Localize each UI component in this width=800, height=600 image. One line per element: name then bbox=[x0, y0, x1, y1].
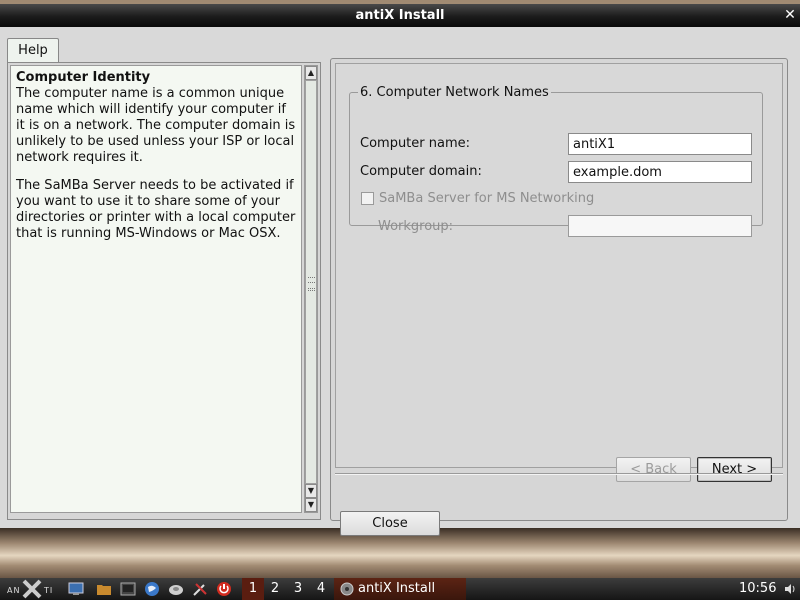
scrollbar-thumb[interactable] bbox=[305, 80, 317, 484]
samba-checkbox[interactable] bbox=[361, 192, 374, 205]
scrollbar-grip-icon bbox=[308, 277, 315, 291]
terminal-icon[interactable] bbox=[120, 581, 136, 597]
close-button[interactable]: Close bbox=[340, 511, 440, 536]
content-panel: 6. Computer Network Names Computer name:… bbox=[330, 58, 788, 536]
computer-domain-label: Computer domain: bbox=[360, 164, 482, 179]
svg-text:AN: AN bbox=[7, 586, 20, 595]
task-antix-install[interactable]: antiX Install bbox=[334, 578, 466, 600]
help-title: Computer Identity bbox=[16, 70, 151, 85]
scroll-up-arrow-icon[interactable]: ▲ bbox=[305, 66, 317, 80]
close-window-icon[interactable]: ✕ bbox=[782, 4, 798, 27]
scroll-down-arrow-icon[interactable]: ▼ bbox=[305, 484, 317, 498]
group-title: 6. Computer Network Names bbox=[360, 85, 549, 100]
power-icon[interactable] bbox=[216, 581, 232, 597]
help-text-area[interactable]: Computer Identity The computer name is a… bbox=[10, 65, 302, 513]
clock[interactable]: 10:56 bbox=[739, 578, 776, 600]
window-titlebar[interactable]: antiX Install ✕ bbox=[0, 4, 800, 27]
workspace-1[interactable]: 1 bbox=[242, 578, 264, 600]
computer-name-input[interactable] bbox=[568, 133, 752, 155]
back-button[interactable]: < Back bbox=[616, 457, 691, 482]
network-page: 6. Computer Network Names Computer name:… bbox=[335, 63, 783, 482]
disk-icon[interactable] bbox=[168, 581, 184, 597]
installer-task-icon bbox=[340, 582, 354, 596]
task-label: antiX Install bbox=[358, 581, 436, 596]
svg-text:TI: TI bbox=[43, 586, 53, 595]
computer-domain-input[interactable] bbox=[568, 161, 752, 183]
tab-help[interactable]: Help bbox=[7, 38, 59, 63]
workgroup-input[interactable] bbox=[568, 215, 752, 237]
computer-name-label: Computer name: bbox=[360, 136, 471, 151]
folder-icon[interactable] bbox=[96, 581, 112, 597]
samba-label: SaMBa Server for MS Networking bbox=[379, 191, 595, 206]
installer-window: antiX Install ✕ Help Computer Identity T… bbox=[0, 4, 800, 536]
help-panel: Computer Identity The computer name is a… bbox=[7, 62, 321, 520]
taskbar: AN TI 1 2 3 4 antiX Install 10:56 bbox=[0, 578, 800, 600]
window-title: antiX Install bbox=[355, 8, 445, 23]
workspace-2[interactable]: 2 bbox=[264, 578, 286, 600]
browser-icon[interactable] bbox=[144, 581, 160, 597]
help-scrollbar[interactable]: ▲ ▼ ▼ bbox=[304, 65, 318, 513]
help-paragraph-1: The computer name is a common unique nam… bbox=[16, 86, 296, 165]
window-client-area: Help Computer Identity The computer name… bbox=[0, 27, 800, 536]
workgroup-label: Workgroup: bbox=[378, 219, 454, 234]
tools-icon[interactable] bbox=[192, 581, 208, 597]
desktop-icon[interactable] bbox=[68, 581, 84, 597]
speaker-icon[interactable] bbox=[784, 582, 796, 596]
help-paragraph-2: The SaMBa Server needs to be activated i… bbox=[16, 178, 296, 241]
antix-logo-icon: AN TI bbox=[7, 579, 53, 599]
workspace-4[interactable]: 4 bbox=[310, 578, 332, 600]
workspace-3[interactable]: 3 bbox=[287, 578, 309, 600]
scroll-down-arrow-icon-2[interactable]: ▼ bbox=[305, 498, 317, 512]
button-separator bbox=[335, 473, 783, 475]
next-button[interactable]: Next > bbox=[697, 457, 772, 482]
